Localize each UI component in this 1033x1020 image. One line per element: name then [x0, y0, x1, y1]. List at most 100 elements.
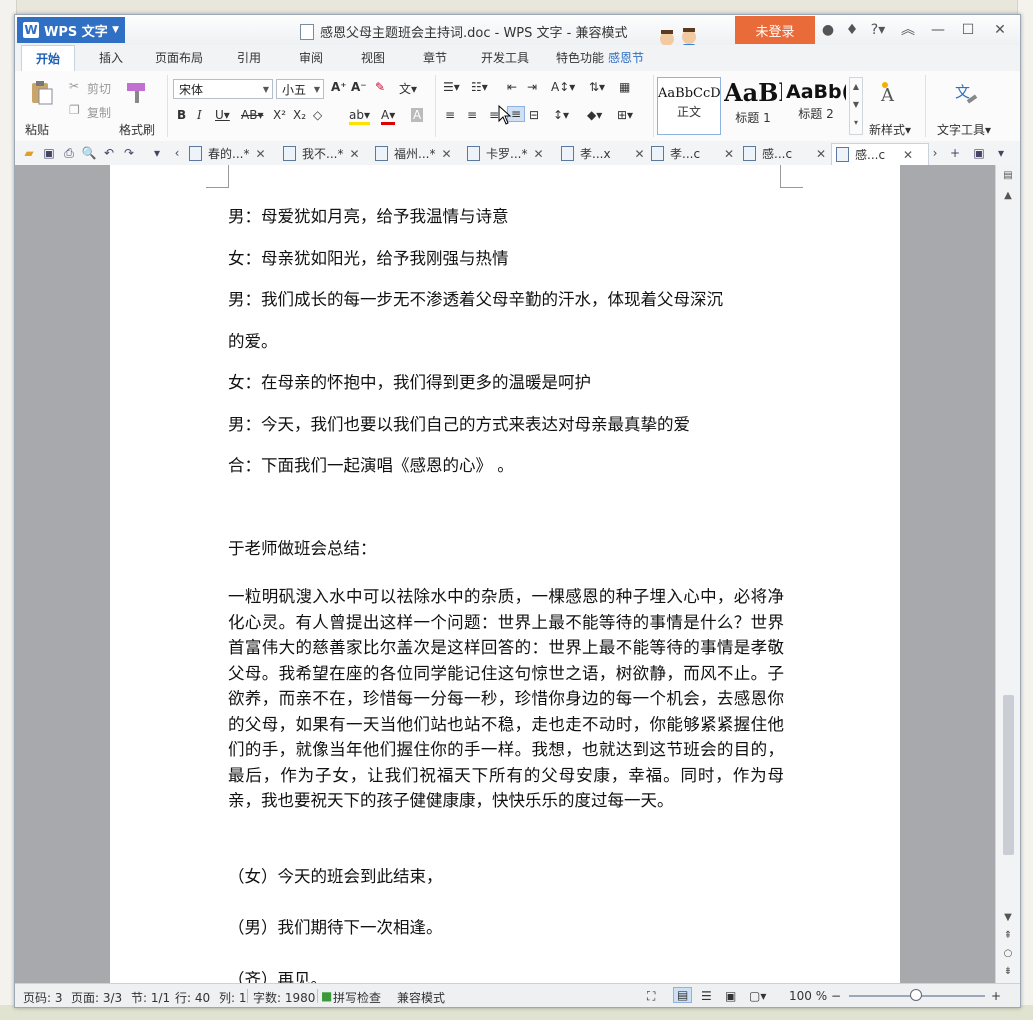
close-icon[interactable]: ✕ [991, 21, 1009, 39]
font-name-select[interactable]: 宋体 ▼ [173, 79, 273, 99]
text-direction-icon[interactable]: A↕▾ [551, 80, 575, 94]
doc-tab[interactable]: 我不...* ✕ [283, 143, 360, 164]
zoom-slider-handle[interactable] [910, 989, 922, 1001]
paste-icon[interactable] [27, 79, 55, 107]
highlight-icon[interactable]: ab▾ [349, 108, 370, 125]
table-border-icon[interactable]: ▦ [619, 80, 630, 94]
new-style-button[interactable]: 新样式▾ [869, 121, 911, 138]
text-tools-button[interactable]: 文字工具▾ [937, 121, 991, 138]
vertical-scrollbar[interactable]: ▤ ▲ ▼ ⇞ ○ ⇟ [995, 165, 1020, 983]
maximize-icon[interactable]: ☐ [959, 21, 977, 39]
document-page[interactable]: 男：母爱犹如月亮，给予我温情与诗意 女：母亲犹如阳光，给予我刚强与热情 男：我们… [110, 165, 900, 983]
distribute-icon[interactable]: ⊟ [529, 108, 539, 122]
copy-icon[interactable]: ❐ [69, 103, 80, 117]
scroll-down-icon[interactable]: ▼ [1001, 911, 1015, 925]
align-left-icon[interactable]: ≡ [445, 108, 455, 122]
tabs-scroll-left-icon[interactable]: ‹ [169, 145, 185, 161]
decrease-indent-icon[interactable]: ⇤ [507, 80, 517, 94]
style-heading-1[interactable]: AaBl 标题 1 [723, 77, 783, 135]
status-word-count[interactable]: 字数: 1980 [253, 989, 315, 1006]
tabs-scroll-right-icon[interactable]: › [927, 145, 943, 161]
shading-icon[interactable]: ◆▾ [587, 108, 602, 122]
align-center-icon[interactable]: ≡ [467, 108, 477, 122]
print-icon[interactable]: ⎙ [61, 145, 77, 161]
doc-tab[interactable]: 孝...c ✕ [651, 143, 734, 164]
clear-format-icon[interactable]: ✎ [375, 80, 385, 94]
doc-tab[interactable]: 孝...x ✕ [561, 143, 645, 164]
tab-view[interactable]: 视图 [351, 45, 395, 71]
style-heading-2[interactable]: AaBb( 标题 2 [785, 77, 847, 135]
doc-tab[interactable]: 感...c ✕ [743, 143, 826, 164]
tab-references[interactable]: 引用 [227, 45, 271, 71]
cut-button[interactable]: 剪切 [87, 80, 111, 97]
tab-review[interactable]: 审阅 [289, 45, 333, 71]
increase-indent-icon[interactable]: ⇥ [527, 80, 537, 94]
shirt-icon[interactable]: ♦ [843, 21, 861, 39]
style-normal[interactable]: AaBbCcD 正文 [657, 77, 721, 135]
redo-icon[interactable]: ↷ [121, 145, 137, 161]
tab-insert[interactable]: 插入 [89, 45, 133, 71]
close-icon[interactable]: ✕ [903, 148, 913, 162]
new-style-icon[interactable]: A [877, 79, 905, 107]
full-screen-view-icon[interactable]: ⛶ [647, 989, 655, 1004]
previous-page-icon[interactable]: ⇞ [1001, 929, 1015, 943]
borders-icon[interactable]: ⊞▾ [617, 108, 633, 122]
doc-tab[interactable]: 福州...* ✕ [375, 143, 452, 164]
scroll-thumb[interactable] [1003, 695, 1014, 855]
minimize-icon[interactable]: — [929, 21, 947, 39]
tabs-menu-icon[interactable]: ▾ [993, 145, 1009, 161]
tab-page-layout[interactable]: 页面布局 [149, 45, 209, 71]
tab-list-icon[interactable]: ▣ [971, 145, 987, 161]
login-button[interactable]: 未登录 [735, 16, 815, 44]
cut-icon[interactable]: ✂ [69, 79, 79, 93]
format-painter-icon[interactable] [123, 79, 151, 107]
doc-tab[interactable]: 卡罗...* ✕ [467, 143, 544, 164]
close-icon[interactable]: ✕ [533, 147, 543, 161]
web-view-icon[interactable]: ▣ [725, 989, 736, 1003]
close-icon[interactable]: ✕ [724, 147, 734, 161]
style-gallery-scroll[interactable]: ▲ ▼ ▾ [849, 77, 863, 135]
close-icon[interactable]: ✕ [441, 147, 451, 161]
undo-icon[interactable]: ↶ [101, 145, 117, 161]
open-folder-icon[interactable]: ▰ [21, 145, 37, 161]
wps-app-menu-button[interactable]: W WPS 文字 ▼ [17, 17, 125, 43]
close-icon[interactable]: ✕ [816, 147, 826, 161]
print-preview-icon[interactable]: 🔍 [81, 145, 97, 161]
new-tab-icon[interactable]: + [947, 145, 963, 161]
strikethrough-icon[interactable]: AB▾ [241, 108, 263, 122]
split-view-icon[interactable]: ▤ [1001, 169, 1015, 183]
copy-button[interactable]: 复制 [87, 104, 111, 121]
subscript-icon[interactable]: X₂ [293, 108, 306, 122]
quick-access-menu-icon[interactable]: ▾ [149, 145, 165, 161]
save-icon[interactable]: ▣ [41, 145, 57, 161]
text-tools-icon[interactable]: 文 [953, 79, 981, 107]
grow-font-icon[interactable]: A⁺ [331, 80, 347, 94]
skin-icon[interactable]: ● [819, 21, 837, 39]
italic-icon[interactable]: I [197, 108, 202, 122]
reading-view-icon[interactable]: ▢▾ [749, 989, 766, 1003]
doc-tab[interactable]: 春的...* ✕ [189, 143, 266, 164]
select-browse-object-icon[interactable]: ○ [1001, 947, 1015, 961]
zoom-in-icon[interactable]: + [991, 989, 1001, 1003]
scroll-up-icon[interactable]: ▲ [1001, 189, 1015, 203]
close-icon[interactable]: ✕ [635, 147, 645, 161]
tab-special-features[interactable]: 特色功能 [553, 45, 607, 71]
bullet-list-icon[interactable]: ☰▾ [443, 80, 460, 94]
superscript-icon[interactable]: X² [273, 108, 286, 122]
shrink-font-icon[interactable]: A⁻ [351, 80, 367, 94]
page-view-icon[interactable]: ▤ [673, 987, 693, 1003]
doc-tab-active[interactable]: 感...c ✕ [831, 143, 929, 165]
format-painter-button[interactable]: 格式刷 [119, 121, 155, 138]
line-spacing-icon[interactable]: ↕▾ [553, 108, 569, 122]
close-icon[interactable]: ✕ [255, 147, 265, 161]
zoom-level[interactable]: 100 % [789, 989, 827, 1003]
tab-thanksgiving[interactable]: 感恩节 [605, 45, 647, 71]
close-icon[interactable]: ✕ [349, 147, 359, 161]
char-shading-icon[interactable]: A [411, 108, 424, 122]
tab-developer-tools[interactable]: 开发工具 [475, 45, 535, 71]
sort-icon[interactable]: ⇅▾ [589, 80, 605, 94]
tab-chapter[interactable]: 章节 [413, 45, 457, 71]
paste-button[interactable]: 粘贴 [25, 121, 49, 138]
spell-check-button[interactable]: 拼写检查 [333, 989, 381, 1006]
numbered-list-icon[interactable]: ☷▾ [471, 80, 488, 94]
